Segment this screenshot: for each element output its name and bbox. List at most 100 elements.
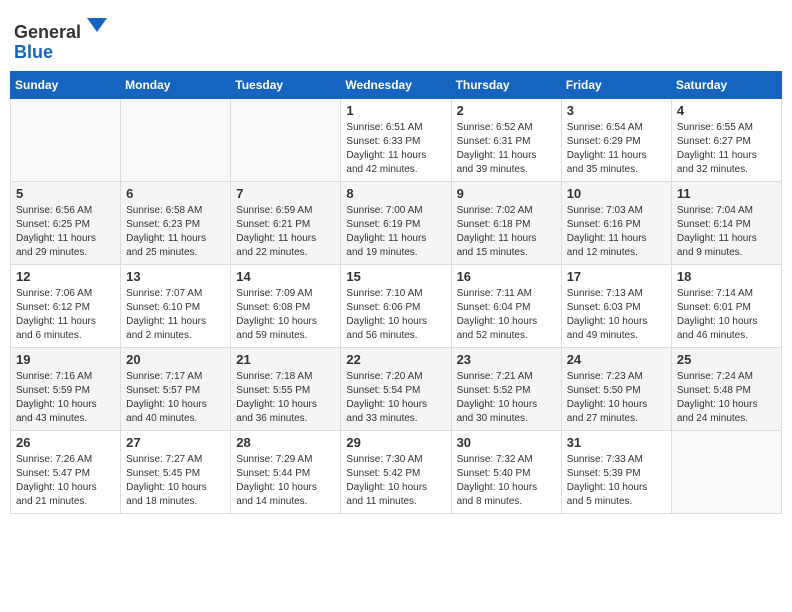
logo-general: General (14, 22, 81, 42)
calendar-day-25: 25 Sunrise: 7:24 AMSunset: 5:48 PMDayligh… (671, 347, 781, 430)
day-info: Sunrise: 6:59 AMSunset: 6:21 PMDaylight:… (236, 204, 335, 260)
day-info: Sunrise: 6:58 AMSunset: 6:23 PMDaylight:… (126, 204, 225, 260)
day-number: 6 (126, 186, 225, 201)
calendar-day-7: 7 Sunrise: 6:59 AMSunset: 6:21 PMDaylight… (231, 181, 341, 264)
calendar-week-row: 5 Sunrise: 6:56 AMSunset: 6:25 PMDaylight… (11, 181, 782, 264)
day-info: Sunrise: 6:56 AMSunset: 6:25 PMDaylight:… (16, 204, 115, 260)
calendar-week-row: 1 Sunrise: 6:51 AMSunset: 6:33 PMDaylight… (11, 98, 782, 181)
weekday-header-monday: Monday (121, 71, 231, 98)
calendar-day-3: 3 Sunrise: 6:54 AMSunset: 6:29 PMDaylight… (561, 98, 671, 181)
day-number: 15 (346, 269, 445, 284)
day-info: Sunrise: 7:17 AMSunset: 5:57 PMDaylight:… (126, 370, 225, 426)
calendar-header-row: SundayMondayTuesdayWednesdayThursdayFrid… (11, 71, 782, 98)
day-number: 7 (236, 186, 335, 201)
weekday-header-sunday: Sunday (11, 71, 121, 98)
calendar-day-30: 30 Sunrise: 7:32 AMSunset: 5:40 PMDayligh… (451, 430, 561, 513)
calendar-day-19: 19 Sunrise: 7:16 AMSunset: 5:59 PMDayligh… (11, 347, 121, 430)
calendar-day-27: 27Sunrise: 7:27 AMSunset: 5:45 PMDayligh… (121, 430, 231, 513)
day-info: Sunrise: 7:29 AMSunset: 5:44 PMDaylight:… (236, 453, 335, 509)
day-info: Sunrise: 7:21 AMSunset: 5:52 PMDaylight:… (457, 370, 556, 426)
page-header: General Blue (10, 10, 782, 63)
day-info: Sunrise: 7:00 AMSunset: 6:19 PMDaylight:… (346, 204, 445, 260)
day-info: Sunrise: 7:14 AMSunset: 6:01 PMDaylight:… (677, 287, 776, 343)
weekday-header-tuesday: Tuesday (231, 71, 341, 98)
day-number: 16 (457, 269, 556, 284)
logo-text: General Blue (14, 10, 111, 63)
calendar-day-18: 18 Sunrise: 7:14 AMSunset: 6:01 PMDayligh… (671, 264, 781, 347)
day-number: 13 (126, 269, 225, 284)
calendar-day-11: 11Sunrise: 7:04 AMSunset: 6:14 PMDayligh… (671, 181, 781, 264)
day-number: 25 (677, 352, 776, 367)
calendar-day-31: 31Sunrise: 7:33 AMSunset: 5:39 PMDayligh… (561, 430, 671, 513)
day-info: Sunrise: 7:26 AMSunset: 5:47 PMDaylight:… (16, 453, 115, 509)
calendar-week-row: 19 Sunrise: 7:16 AMSunset: 5:59 PMDayligh… (11, 347, 782, 430)
day-number: 20 (126, 352, 225, 367)
day-number: 26 (16, 435, 115, 450)
day-number: 2 (457, 103, 556, 118)
calendar-day-8: 8 Sunrise: 7:00 AMSunset: 6:19 PMDaylight… (341, 181, 451, 264)
calendar-day-14: 14Sunrise: 7:09 AMSunset: 6:08 PMDayligh… (231, 264, 341, 347)
day-info: Sunrise: 7:16 AMSunset: 5:59 PMDaylight:… (16, 370, 115, 426)
day-number: 8 (346, 186, 445, 201)
logo-icon (83, 10, 111, 38)
day-number: 12 (16, 269, 115, 284)
weekday-header-friday: Friday (561, 71, 671, 98)
day-number: 30 (457, 435, 556, 450)
calendar-day-22: 22 Sunrise: 7:20 AMSunset: 5:54 PMDayligh… (341, 347, 451, 430)
calendar-day-15: 15 Sunrise: 7:10 AMSunset: 6:06 PMDayligh… (341, 264, 451, 347)
day-number: 22 (346, 352, 445, 367)
calendar-day-10: 10 Sunrise: 7:03 AMSunset: 6:16 PMDayligh… (561, 181, 671, 264)
day-info: Sunrise: 7:11 AMSunset: 6:04 PMDaylight:… (457, 287, 556, 343)
calendar-week-row: 12 Sunrise: 7:06 AMSunset: 6:12 PMDayligh… (11, 264, 782, 347)
day-info: Sunrise: 7:07 AMSunset: 6:10 PMDaylight:… (126, 287, 225, 343)
day-info: Sunrise: 6:54 AMSunset: 6:29 PMDaylight:… (567, 121, 666, 177)
day-info: Sunrise: 7:10 AMSunset: 6:06 PMDaylight:… (346, 287, 445, 343)
calendar-day-24: 24 Sunrise: 7:23 AMSunset: 5:50 PMDayligh… (561, 347, 671, 430)
day-number: 23 (457, 352, 556, 367)
day-info: Sunrise: 6:51 AMSunset: 6:33 PMDaylight:… (346, 121, 445, 177)
calendar-day-12: 12 Sunrise: 7:06 AMSunset: 6:12 PMDayligh… (11, 264, 121, 347)
calendar-day-1: 1 Sunrise: 6:51 AMSunset: 6:33 PMDaylight… (341, 98, 451, 181)
calendar-empty-cell (671, 430, 781, 513)
day-info: Sunrise: 7:06 AMSunset: 6:12 PMDaylight:… (16, 287, 115, 343)
day-info: Sunrise: 6:55 AMSunset: 6:27 PMDaylight:… (677, 121, 776, 177)
day-info: Sunrise: 7:03 AMSunset: 6:16 PMDaylight:… (567, 204, 666, 260)
weekday-header-thursday: Thursday (451, 71, 561, 98)
day-info: Sunrise: 7:33 AMSunset: 5:39 PMDaylight:… (567, 453, 666, 509)
day-info: Sunrise: 7:20 AMSunset: 5:54 PMDaylight:… (346, 370, 445, 426)
calendar-day-5: 5 Sunrise: 6:56 AMSunset: 6:25 PMDaylight… (11, 181, 121, 264)
day-info: Sunrise: 7:32 AMSunset: 5:40 PMDaylight:… (457, 453, 556, 509)
logo-blue: Blue (14, 42, 53, 62)
day-info: Sunrise: 7:23 AMSunset: 5:50 PMDaylight:… (567, 370, 666, 426)
calendar-day-23: 23 Sunrise: 7:21 AMSunset: 5:52 PMDayligh… (451, 347, 561, 430)
day-number: 21 (236, 352, 335, 367)
day-number: 1 (346, 103, 445, 118)
day-number: 9 (457, 186, 556, 201)
calendar-day-9: 9 Sunrise: 7:02 AMSunset: 6:18 PMDaylight… (451, 181, 561, 264)
day-number: 19 (16, 352, 115, 367)
calendar-empty-cell (231, 98, 341, 181)
day-number: 18 (677, 269, 776, 284)
day-info: Sunrise: 6:52 AMSunset: 6:31 PMDaylight:… (457, 121, 556, 177)
calendar-day-2: 2 Sunrise: 6:52 AMSunset: 6:31 PMDaylight… (451, 98, 561, 181)
day-info: Sunrise: 7:27 AMSunset: 5:45 PMDaylight:… (126, 453, 225, 509)
day-info: Sunrise: 7:24 AMSunset: 5:48 PMDaylight:… (677, 370, 776, 426)
day-info: Sunrise: 7:13 AMSunset: 6:03 PMDaylight:… (567, 287, 666, 343)
day-number: 5 (16, 186, 115, 201)
calendar-day-20: 20 Sunrise: 7:17 AMSunset: 5:57 PMDayligh… (121, 347, 231, 430)
weekday-header-wednesday: Wednesday (341, 71, 451, 98)
calendar-table: SundayMondayTuesdayWednesdayThursdayFrid… (10, 71, 782, 514)
day-info: Sunrise: 7:02 AMSunset: 6:18 PMDaylight:… (457, 204, 556, 260)
day-number: 10 (567, 186, 666, 201)
calendar-day-4: 4 Sunrise: 6:55 AMSunset: 6:27 PMDaylight… (671, 98, 781, 181)
logo: General Blue (14, 10, 111, 63)
calendar-empty-cell (11, 98, 121, 181)
day-number: 24 (567, 352, 666, 367)
day-number: 17 (567, 269, 666, 284)
day-number: 29 (346, 435, 445, 450)
day-number: 14 (236, 269, 335, 284)
day-number: 3 (567, 103, 666, 118)
day-number: 4 (677, 103, 776, 118)
calendar-day-16: 16 Sunrise: 7:11 AMSunset: 6:04 PMDayligh… (451, 264, 561, 347)
day-info: Sunrise: 7:04 AMSunset: 6:14 PMDaylight:… (677, 204, 776, 260)
